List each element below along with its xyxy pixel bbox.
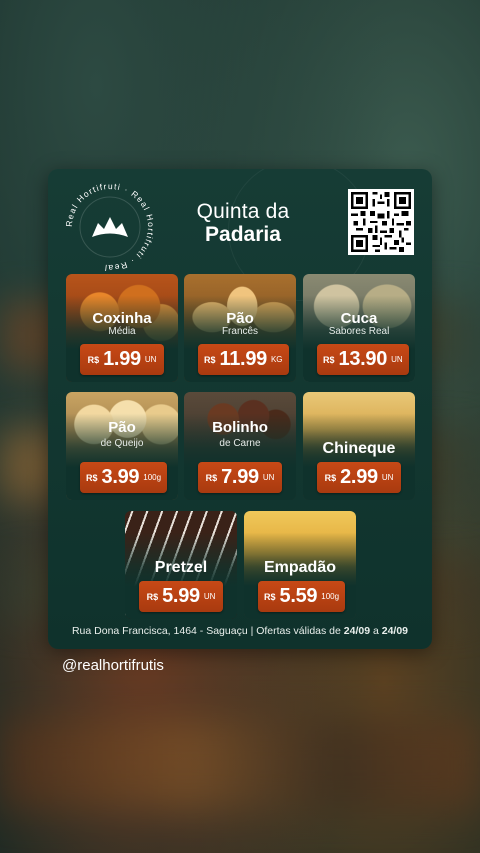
price-value: 13.90 (338, 348, 388, 370)
price-tag: R$ 2.99 UN (317, 462, 401, 493)
product-name: Cuca (340, 310, 378, 327)
product-subtitle: Francês (221, 326, 259, 337)
product-card-chineque[interactable]: Chineque R$ 2.99 UN (303, 392, 415, 500)
product-card-pao-frances[interactable]: Pão Francês R$ 11.99 KG (184, 274, 296, 382)
price-value: 5.99 (162, 585, 200, 607)
title-line1: Quinta da (196, 200, 290, 223)
product-subtitle: Média (108, 326, 136, 337)
price-tag: R$ 1.99 UN (80, 344, 164, 375)
product-card-pretzel[interactable]: Pretzel R$ 5.99 UN (125, 511, 237, 619)
price-value: 5.59 (279, 585, 318, 607)
offer-footer: Rua Dona Francisca, 1464 - Saguaçu | Ofe… (71, 625, 409, 637)
price-tag: R$ 7.99 UN (198, 462, 282, 493)
qr-code[interactable] (348, 189, 414, 255)
product-subtitle: de Queijo (100, 438, 144, 449)
product-name: Pão (108, 419, 136, 436)
product-name: Empadão (263, 559, 336, 576)
price-value: 1.99 (103, 348, 141, 370)
price-tag: R$ 13.90 UN (317, 344, 409, 375)
title-line2: Padaria (205, 223, 281, 246)
price-value: 11.99 (219, 348, 268, 370)
product-card-bolinho-de-carne[interactable]: Bolinho de Carne R$ 7.99 UN (184, 392, 296, 500)
profile-handle-link[interactable]: @realhortifrutis (62, 657, 164, 674)
brand-seal-logo: Real Hortifruti · Real Hortifruti · Real (64, 181, 155, 273)
product-card-coxinha[interactable]: Coxinha Média R$ 1.99 UN (66, 274, 178, 382)
price-tag: R$ 11.99 KG (198, 344, 289, 375)
product-subtitle: de Carne (219, 438, 261, 449)
promo-card[interactable]: Real Hortifruti · Real Hortifruti · Real… (48, 169, 432, 649)
price-tag: R$ 3.99 100g (80, 462, 168, 493)
page-title: Quinta da Padaria (168, 201, 318, 245)
price-value: 3.99 (101, 466, 140, 488)
background-blur (0, 720, 480, 810)
product-name: Pretzel (154, 559, 208, 576)
product-card-pao-de-queijo[interactable]: Pão de Queijo R$ 3.99 100g (66, 392, 178, 500)
price-value: 2.99 (340, 466, 378, 488)
product-card-cuca[interactable]: Cuca Sabores Real R$ 13.90 UN (303, 274, 415, 382)
product-name: Pão (226, 310, 254, 327)
price-value: 7.99 (221, 466, 259, 488)
price-tag: R$ 5.59 100g (258, 581, 346, 612)
product-subtitle: Sabores Real (328, 326, 390, 337)
product-card-empadao[interactable]: Empadão R$ 5.59 100g (244, 511, 356, 619)
product-name: Bolinho (212, 419, 268, 436)
price-tag: R$ 5.99 UN (139, 581, 223, 612)
product-name: Coxinha (92, 310, 152, 327)
product-name: Chineque (322, 440, 396, 457)
